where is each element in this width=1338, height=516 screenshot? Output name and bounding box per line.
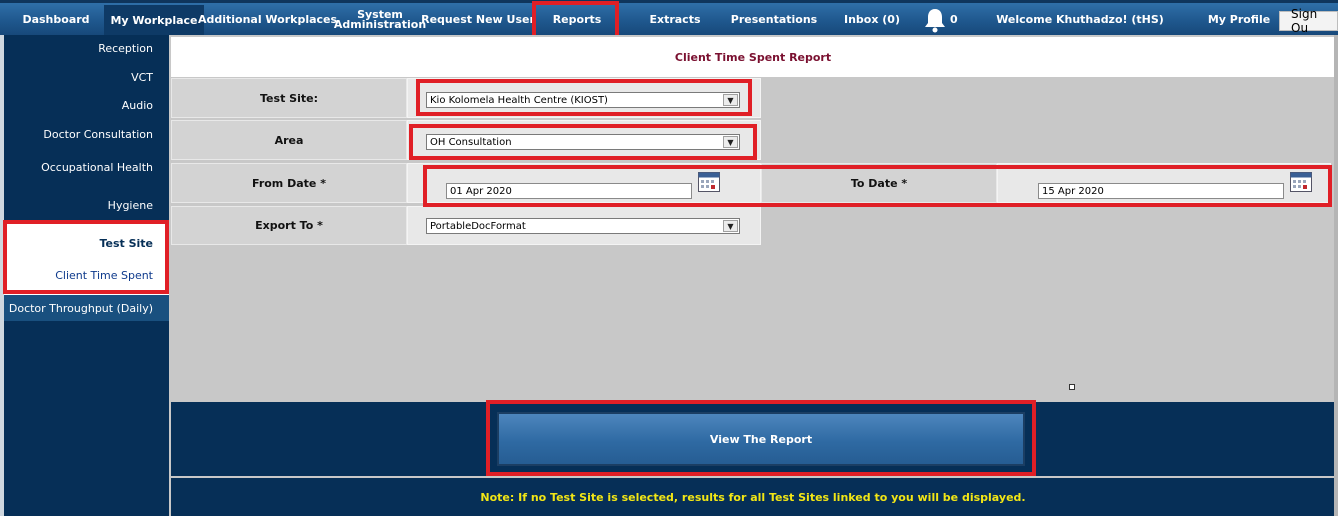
sidebar-item-client-time-spent[interactable]: Client Time Spent bbox=[55, 269, 153, 282]
nav-request-new-user[interactable]: Request New User bbox=[421, 6, 535, 34]
export-select[interactable]: PortableDocFormat ▼ bbox=[426, 218, 740, 234]
test-site-value: Kio Kolomela Health Centre (KIOST) bbox=[430, 94, 608, 106]
area-label: Area bbox=[171, 120, 407, 160]
chevron-down-icon: ▼ bbox=[723, 136, 738, 148]
from-date-value: 01 Apr 2020 bbox=[450, 185, 512, 197]
to-date-calendar-icon[interactable] bbox=[1290, 172, 1312, 192]
bell-icon[interactable] bbox=[922, 7, 948, 35]
sidebar-test-site-panel: Test Site Client Time Spent bbox=[4, 223, 169, 295]
to-date-label: To Date * bbox=[761, 163, 997, 203]
nav-extracts[interactable]: Extracts bbox=[640, 6, 710, 34]
report-title: Client Time Spent Report bbox=[171, 37, 1335, 77]
sidebar-item-doctor-throughput[interactable]: Doctor Throughput (Daily) bbox=[4, 295, 169, 321]
date-row: From Date * 01 Apr 2020 To Date * 15 Apr… bbox=[171, 163, 1331, 203]
export-label: Export To * bbox=[171, 206, 407, 245]
nav-additional-workplaces[interactable]: Additional Workplaces bbox=[198, 6, 337, 34]
sidebar-section-test-site[interactable]: Test Site bbox=[99, 237, 153, 250]
right-scroll-edge bbox=[1334, 35, 1338, 516]
chevron-down-icon: ▼ bbox=[723, 94, 738, 106]
test-site-label: Test Site: bbox=[171, 78, 407, 118]
note-text: Note: If no Test Site is selected, resul… bbox=[171, 478, 1335, 516]
export-value: PortableDocFormat bbox=[430, 220, 526, 232]
from-date-label: From Date * bbox=[171, 163, 407, 203]
area-row: Area OH Consultation ▼ bbox=[171, 120, 761, 160]
sidebar-item-doctor-consultation[interactable]: Doctor Consultation bbox=[43, 128, 153, 141]
from-date-cell: 01 Apr 2020 bbox=[407, 163, 761, 203]
test-site-row: Test Site: Kio Kolomela Health Centre (K… bbox=[171, 78, 761, 118]
nav-dashboard[interactable]: Dashboard bbox=[8, 6, 104, 34]
nav-system-administration[interactable]: System Administration bbox=[333, 6, 427, 34]
nav-welcome: Welcome Khuthadzo! (tHS) bbox=[996, 13, 1164, 26]
export-row: Export To * PortableDocFormat ▼ bbox=[171, 206, 761, 245]
area-select[interactable]: OH Consultation ▼ bbox=[426, 134, 740, 150]
sidebar: Reception VCT Audio Doctor Consultation … bbox=[4, 35, 169, 516]
view-report-button[interactable]: View The Report bbox=[497, 412, 1025, 466]
nav-my-profile[interactable]: My Profile bbox=[1200, 6, 1278, 34]
area-cell: OH Consultation ▼ bbox=[407, 120, 761, 160]
report-panel: Client Time Spent Report Test Site: Kio … bbox=[169, 35, 1338, 516]
to-date-cell: 15 Apr 2020 bbox=[997, 163, 1331, 203]
area-value: OH Consultation bbox=[430, 136, 512, 148]
export-cell: PortableDocFormat ▼ bbox=[407, 206, 761, 245]
to-date-input[interactable]: 15 Apr 2020 bbox=[1038, 183, 1284, 199]
small-checkbox-marker bbox=[1069, 384, 1075, 390]
sidebar-item-audio[interactable]: Audio bbox=[122, 99, 153, 112]
top-nav: Dashboard My Workplace Additional Workpl… bbox=[0, 0, 1338, 36]
sidebar-item-occupational-health[interactable]: Occupational Health bbox=[41, 161, 153, 174]
nav-reports[interactable]: Reports bbox=[536, 6, 618, 34]
nav-inbox[interactable]: Inbox (0) bbox=[836, 6, 908, 34]
to-date-value: 15 Apr 2020 bbox=[1042, 185, 1104, 197]
notification-count: 0 bbox=[950, 13, 958, 26]
nav-my-workplace[interactable]: My Workplace bbox=[104, 5, 204, 36]
sign-out-button[interactable]: Sign Ou bbox=[1279, 7, 1338, 35]
sidebar-item-reception[interactable]: Reception bbox=[98, 42, 153, 55]
nav-presentations[interactable]: Presentations bbox=[724, 6, 824, 34]
test-site-cell: Kio Kolomela Health Centre (KIOST) ▼ bbox=[407, 78, 761, 118]
from-date-calendar-icon[interactable] bbox=[698, 172, 720, 192]
action-bar: View The Report bbox=[171, 402, 1335, 476]
test-site-select[interactable]: Kio Kolomela Health Centre (KIOST) ▼ bbox=[426, 92, 740, 108]
from-date-input[interactable]: 01 Apr 2020 bbox=[446, 183, 692, 199]
nav-system-line2: Administration bbox=[333, 18, 427, 31]
chevron-down-icon: ▼ bbox=[723, 220, 738, 232]
sidebar-item-vct[interactable]: VCT bbox=[131, 71, 153, 84]
sidebar-item-hygiene[interactable]: Hygiene bbox=[108, 199, 153, 212]
